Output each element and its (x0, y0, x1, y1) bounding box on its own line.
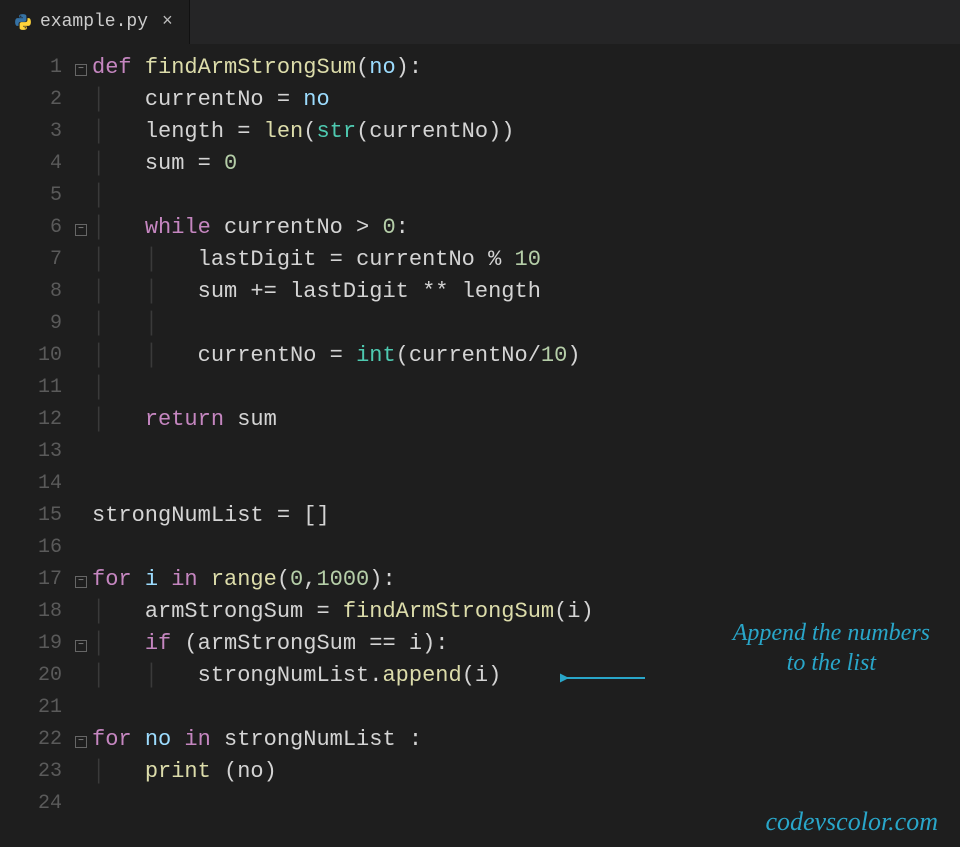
line-number: 9 (0, 308, 62, 340)
fold-toggle-icon[interactable]: − (75, 576, 87, 588)
annotation-callout: Append the numbers to the list (733, 618, 930, 678)
fold-toggle-icon[interactable]: − (75, 640, 87, 652)
fold-toggle-icon[interactable]: − (75, 64, 87, 76)
code-line: │ │ (92, 308, 960, 340)
line-number: 2 (0, 84, 62, 116)
code-line: │ │ currentNo = int(currentNo/10) (92, 340, 960, 372)
fold-toggle-icon[interactable]: − (75, 736, 87, 748)
line-number: 14 (0, 468, 62, 500)
fold-gutter: − − − − − (70, 52, 92, 820)
code-line: │ │ sum += lastDigit ** length (92, 276, 960, 308)
code-line: │ length = len(str(currentNo)) (92, 116, 960, 148)
code-editor[interactable]: 1 2 3 4 5 6 7 8 9 10 11 12 13 14 15 16 1… (0, 44, 960, 820)
line-number: 22 (0, 724, 62, 756)
close-tab-icon[interactable]: × (156, 12, 179, 32)
code-line: │ currentNo = no (92, 84, 960, 116)
line-number: 16 (0, 532, 62, 564)
annotation-text: Append the numbers (733, 618, 930, 648)
fold-toggle-icon[interactable]: − (75, 224, 87, 236)
line-number: 3 (0, 116, 62, 148)
tab-filename: example.py (40, 12, 148, 32)
line-number: 15 (0, 500, 62, 532)
python-file-icon (14, 13, 32, 31)
code-line: def findArmStrongSum(no): (92, 52, 960, 84)
code-line (92, 436, 960, 468)
code-line: │ │ lastDigit = currentNo % 10 (92, 244, 960, 276)
code-line: for no in strongNumList : (92, 724, 960, 756)
line-number: 19 (0, 628, 62, 660)
line-number: 18 (0, 596, 62, 628)
code-line: │ (92, 372, 960, 404)
line-number: 23 (0, 756, 62, 788)
code-line: strongNumList = [] (92, 500, 960, 532)
line-number: 11 (0, 372, 62, 404)
line-number: 12 (0, 404, 62, 436)
code-line (92, 692, 960, 724)
watermark: codevscolor.com (765, 807, 938, 837)
line-number: 24 (0, 788, 62, 820)
line-number: 21 (0, 692, 62, 724)
line-number: 20 (0, 660, 62, 692)
annotation-arrow-icon (560, 668, 650, 688)
line-number-gutter: 1 2 3 4 5 6 7 8 9 10 11 12 13 14 15 16 1… (0, 52, 70, 820)
code-line: │ (92, 180, 960, 212)
line-number: 5 (0, 180, 62, 212)
code-line: for i in range(0,1000): (92, 564, 960, 596)
line-number: 17 (0, 564, 62, 596)
code-line: │ sum = 0 (92, 148, 960, 180)
line-number: 6 (0, 212, 62, 244)
code-line (92, 532, 960, 564)
annotation-text: to the list (733, 648, 930, 678)
code-line: │ while currentNo > 0: (92, 212, 960, 244)
line-number: 1 (0, 52, 62, 84)
line-number: 10 (0, 340, 62, 372)
editor-tab[interactable]: example.py × (0, 0, 190, 44)
tab-bar: example.py × (0, 0, 960, 44)
line-number: 4 (0, 148, 62, 180)
code-area[interactable]: def findArmStrongSum(no): │ currentNo = … (92, 52, 960, 820)
code-line: │ print (no) (92, 756, 960, 788)
line-number: 8 (0, 276, 62, 308)
line-number: 13 (0, 436, 62, 468)
code-line (92, 468, 960, 500)
code-line: │ return sum (92, 404, 960, 436)
line-number: 7 (0, 244, 62, 276)
